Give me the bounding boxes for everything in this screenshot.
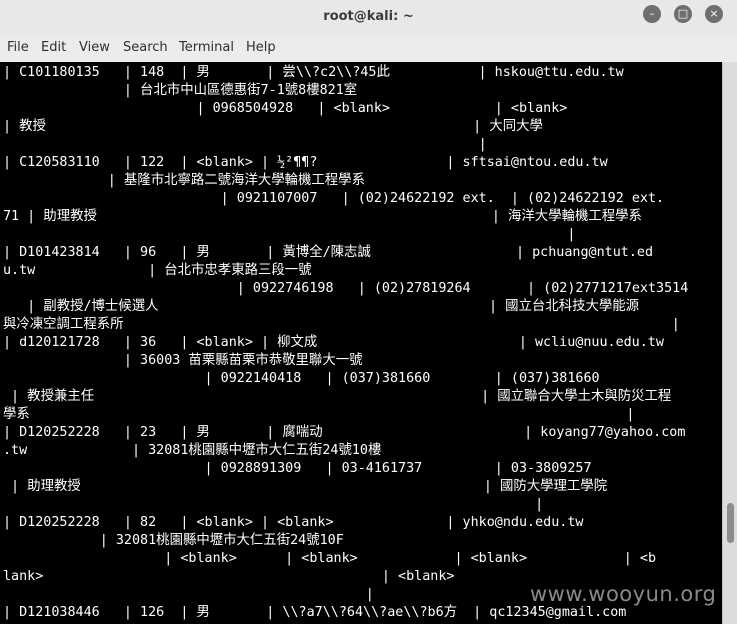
terminal-line: | C120583110 | 122 | <blank> | ½²¶¶? | s…	[3, 155, 608, 170]
terminal-line: | 36003 苗栗縣苗栗市恭敬里聯大一號	[3, 353, 363, 368]
terminal-line: | D120252228 | 82 | <blank> | <blank> | …	[3, 515, 584, 530]
menu-view[interactable]: View	[79, 40, 110, 55]
terminal-line: | 教授 | 大同大學	[3, 119, 543, 134]
terminal-line: | 0922746198 | (02)27819264 | (02)277121…	[3, 281, 689, 296]
terminal-line: | 教授兼主任 | 國立聯合大學土木與防災工程	[3, 389, 672, 404]
terminal-line: | 0921107007 | (02)24622192 ext. | (02)2…	[3, 191, 665, 206]
terminal-line: | 0928891309 | 03-4161737 | 03-3809257	[3, 461, 592, 476]
maximize-button[interactable]: □	[674, 5, 692, 23]
terminal-line: 學系 |	[3, 407, 635, 422]
terminal-line: | 0968504928 | <blank> | <blank>	[3, 101, 568, 116]
terminal-line: | D101423814 | 96 | 男 | 黃博全/陳志誠 | pchuan…	[3, 245, 654, 260]
menu-file[interactable]: File	[7, 40, 29, 55]
terminal-line: 與冷凍空調工程系所 |	[3, 317, 680, 332]
scrollbar-thumb[interactable]	[727, 503, 734, 543]
terminal-line: |	[3, 497, 544, 512]
terminal-line: | d120121728 | 36 | <blank> | 柳文成 | wcli…	[3, 335, 664, 350]
terminal-line: | D120252228 | 23 | 男 | 腐喘动 | koyang77@y…	[3, 425, 686, 440]
title-bar[interactable]: root@kali: ~ – □ ×	[0, 0, 737, 37]
window-title: root@kali: ~	[323, 9, 414, 24]
terminal-line: lank> | <blank>	[3, 569, 455, 584]
menu-bar: File Edit View Search Terminal Help	[0, 36, 737, 62]
menu-edit[interactable]: Edit	[41, 40, 66, 55]
terminal-line: | 台北市中山區德惠街7-1號8樓821室	[3, 83, 358, 98]
terminal-output[interactable]: | C101180135 | 148 | 男 | 尝\\?c2\\?45此 | …	[0, 62, 722, 624]
terminal-line: | C101180135 | 148 | 男 | 尝\\?c2\\?45此 | …	[3, 65, 624, 80]
terminal-line: | 32081桃園縣中壢市大仁五街24號10F	[3, 533, 344, 548]
menu-terminal[interactable]: Terminal	[179, 40, 234, 55]
terminal-line: | D121038446 | 126 | 男 | \\?a7\\?64\\?ae…	[3, 605, 627, 620]
terminal-line: .tw | 32081桃園縣中壢市大仁五街24號10樓	[3, 443, 382, 458]
terminal-scrollbar[interactable]	[722, 62, 737, 624]
menu-search[interactable]: Search	[123, 40, 168, 55]
terminal-line: 71 | 助理教授 | 海洋大學輪機工程學系	[3, 209, 642, 224]
terminal-line: |	[3, 227, 576, 242]
terminal-line: | 助理教授 | 國防大學理工學院	[3, 479, 608, 494]
close-button[interactable]: ×	[705, 5, 723, 23]
terminal-line: | 0922140418 | (037)381660 | (037)381660	[3, 371, 600, 386]
terminal-line: | 副教授/博士候選人 | 國立台北科技大學能源	[3, 299, 640, 314]
terminal-line: |	[3, 587, 374, 602]
minimize-button[interactable]: –	[643, 5, 661, 23]
terminal-line: |	[3, 137, 487, 152]
terminal-window: root@kali: ~ – □ × File Edit View Search…	[0, 0, 737, 624]
watermark: www.wooyun.org	[530, 582, 717, 606]
terminal-line: | 基隆市北寧路二號海洋大學輪機工程學系	[3, 173, 365, 188]
menu-help[interactable]: Help	[246, 40, 276, 55]
terminal-line: | <blank> | <blank> | <blank> | <b	[3, 551, 657, 566]
terminal-line: u.tw | 台北市忠孝東路三段一號	[3, 263, 312, 278]
